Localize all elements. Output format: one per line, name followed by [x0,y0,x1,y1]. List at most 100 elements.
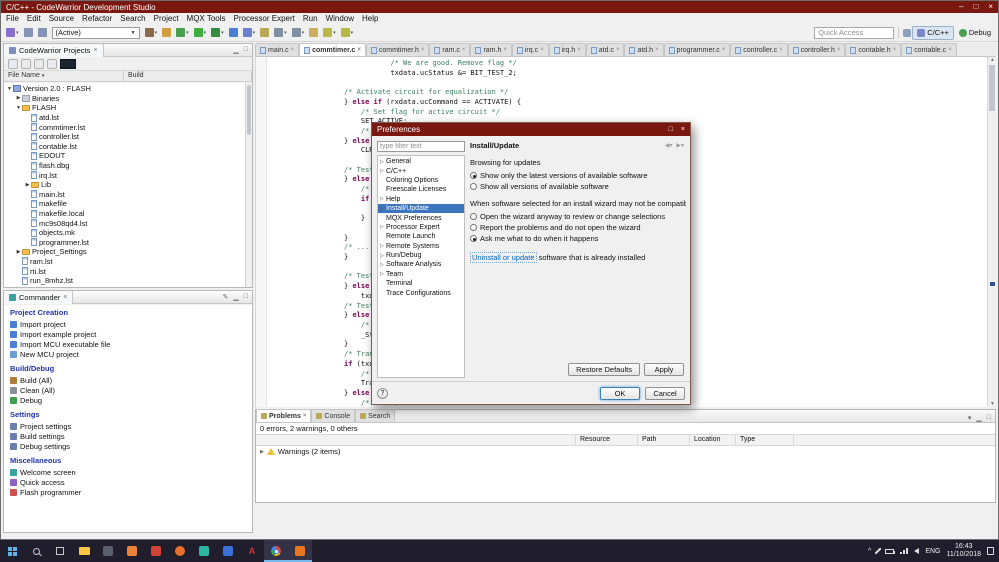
editor-tab-atd-h[interactable]: atd.h × [624,43,664,56]
close-tab-icon[interactable]: × [291,47,295,53]
build-configuration-select[interactable]: (Active) ▼ [51,26,140,39]
save-icon[interactable] [22,26,35,40]
radio-button[interactable] [470,213,477,220]
commander-item-new-mcu-project[interactable]: New MCU project [10,349,246,359]
debug-icon[interactable]: ▾ [174,26,191,40]
previous-annotation-icon[interactable]: ▾ [290,26,307,40]
app-icon-1[interactable] [96,540,120,562]
pref-node-remote-systems[interactable]: ▷ Remote Systems [378,242,464,251]
column-build[interactable]: Build [124,71,252,81]
editor-tab-programmer-c[interactable]: programmer.c × [663,43,731,56]
editor-tab-ram-h[interactable]: ram.h × [470,43,512,56]
radio-button[interactable] [470,224,477,231]
close-tab-icon[interactable]: × [503,47,507,53]
quick-access-input[interactable] [814,26,895,39]
editor-tab-commtimer-h[interactable]: commtimer.h × [365,43,430,56]
commander-item-debug[interactable]: Debug [10,395,246,405]
forward-icon[interactable]: ▾ [339,26,356,40]
tree-item[interactable]: objects.mk [4,228,245,238]
pref-node-c-c[interactable]: ▷ C/C++ [378,166,464,175]
radio-option-show-all-versions-of-available-sof[interactable]: Show all versions of available software [470,181,686,192]
editor-scrollbar[interactable]: ▲ ▼ [987,57,996,407]
next-annotation-icon[interactable]: ▾ [272,26,289,40]
radio-button[interactable] [470,235,477,242]
preferences-filter-input[interactable] [377,141,465,152]
volume-icon[interactable] [914,548,920,554]
commander-item-import-mcu-executable-file[interactable]: Import MCU executable file [10,339,246,349]
column-location[interactable]: Location [690,435,736,445]
close-tab-icon[interactable]: × [616,47,620,53]
view-tab-search[interactable]: Search [355,409,396,422]
close-tab-icon[interactable]: × [948,47,952,53]
pref-node-trace-configurations[interactable]: Trace Configurations [378,288,464,297]
run-icon[interactable]: ▾ [192,26,209,40]
cancel-button[interactable]: Cancel [645,386,685,400]
restore-defaults-button[interactable]: Restore Defaults [568,363,640,376]
menu-edit[interactable]: Edit [23,14,45,23]
column-description[interactable] [256,435,576,445]
column-path[interactable]: Path [638,435,690,445]
pref-node-coloring-options[interactable]: Coloring Options [378,176,464,185]
dialog-title-bar[interactable]: Preferences □ × [372,123,690,136]
pin-view-icon[interactable]: ✎ [223,293,229,301]
close-tab-icon[interactable]: × [893,47,897,53]
dialog-close-button[interactable]: × [681,126,685,133]
radio-option-report-the-problems-and-do-not-ope[interactable]: Report the problems and do not open the … [470,222,686,233]
editor-tab-atd-c[interactable]: atd.c × [585,43,625,56]
close-tab-icon[interactable]: × [722,47,726,53]
editor-tab-irq-c[interactable]: irq.c × [511,43,549,56]
focused-cell-indicator[interactable] [60,58,76,69]
close-button[interactable]: × [988,3,993,11]
menu-project[interactable]: Project [150,14,183,23]
maximize-view-icon[interactable]: □ [244,293,248,301]
expand-icon[interactable]: ▶ [260,449,264,455]
editor-tab-controller-c[interactable]: controller.c × [730,43,788,56]
tree-item[interactable]: makefile.local [4,209,245,219]
tree-item[interactable]: ▼ FLASH [4,103,245,113]
maximize-view-icon[interactable]: □ [987,414,991,422]
menu-search[interactable]: Search [116,14,149,23]
view-tab-problems[interactable]: Problems × [256,409,312,422]
tree-item[interactable]: ▶ Lib [4,180,245,190]
tree-item[interactable]: mc9s08qd4.lst [4,218,245,228]
commander-item-quick-access[interactable]: Quick access [10,477,246,487]
tree-item[interactable]: atd.lst [4,113,245,123]
close-view-icon[interactable]: × [63,294,67,301]
close-view-icon[interactable]: × [303,413,307,419]
view-menu-icon[interactable]: ▾ [968,414,972,422]
menu-source[interactable]: Source [45,14,78,23]
editor-tab-contable-h[interactable]: contable.h × [845,43,902,56]
uninstall-or-update-link[interactable]: Uninstall or update [470,252,537,263]
close-tab-icon[interactable]: × [421,47,425,53]
close-tab-icon[interactable]: × [540,47,544,53]
debug-perspective-button[interactable]: Debug [955,26,995,40]
tree-item[interactable]: irq.lst [4,170,245,180]
save-all-icon[interactable] [36,26,49,40]
tree-item[interactable]: main.lst [4,190,245,200]
last-edit-location-icon[interactable] [307,26,320,40]
pref-node-mqx-preferences[interactable]: MQX Preferences [378,213,464,222]
app-icon-4[interactable] [192,540,216,562]
commander-item-import-project[interactable]: Import project [10,319,246,329]
menu-file[interactable]: File [2,14,23,23]
commander-item-flash-programmer[interactable]: Flash programmer [10,487,246,497]
tree-item[interactable]: ▼ Version 2.0 : FLASH [4,84,245,94]
task-view-icon[interactable] [48,540,72,562]
editor-tab-commtimer-c[interactable]: commtimer.c × [299,43,366,56]
commander-tab[interactable]: Commander × [4,290,74,304]
back-icon[interactable]: ▾ [321,26,338,40]
expand-all-icon[interactable] [21,58,31,69]
forward-icon[interactable]: ▶▾ [676,142,684,149]
pen-icon[interactable] [874,547,882,555]
tree-item[interactable]: makefile [4,199,245,209]
menu-run[interactable]: Run [299,14,322,23]
build-icon[interactable]: ▾ [143,26,160,40]
pref-node-remote-launch[interactable]: Remote Launch [378,232,464,241]
tree-item[interactable]: ram.lst [4,257,245,267]
pref-node-team[interactable]: ▷ Team [378,270,464,279]
title-bar[interactable]: C/C++ - CodeWarrior Development Studio –… [1,1,998,13]
radio-button[interactable] [470,172,477,179]
battery-icon[interactable] [885,548,896,554]
close-view-icon[interactable]: × [93,47,97,54]
pref-node-run-debug[interactable]: ▷ Run/Debug [378,251,464,260]
